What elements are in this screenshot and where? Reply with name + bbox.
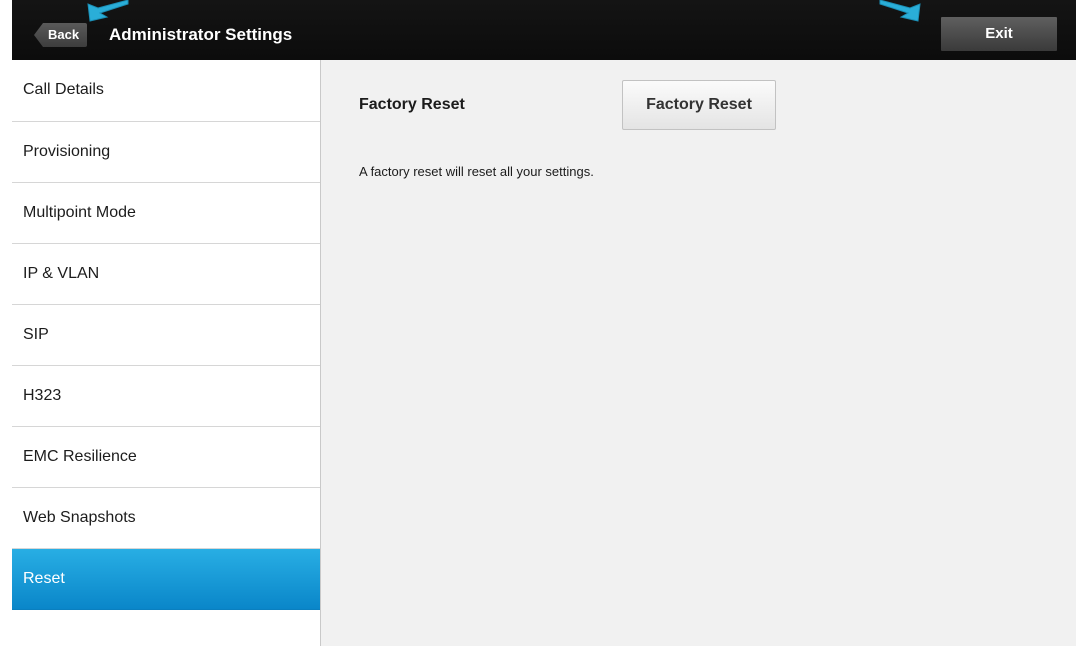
sidebar-item-emc-resilience[interactable]: EMC Resilience [12,427,320,488]
back-button[interactable]: Back [34,23,88,47]
exit-button[interactable]: Exit [941,17,1057,51]
sidebar-item-ip-vlan[interactable]: IP & VLAN [12,244,320,305]
sidebar-item-reset[interactable]: Reset [12,549,320,610]
factory-reset-description: A factory reset will reset all your sett… [359,164,594,179]
page-title: Administrator Settings [109,25,293,44]
sidebar-item-web-snapshots[interactable]: Web Snapshots [12,488,320,549]
main-panel: Factory Reset Factory Reset A factory re… [321,60,1076,646]
sidebar-item-call-details[interactable]: Call Details [12,60,320,122]
sidebar-item-h323[interactable]: H323 [12,366,320,427]
sidebar-item-multipoint-mode[interactable]: Multipoint Mode [12,183,320,244]
device-screen: Back Administrator Settings Exit Call De… [12,0,1076,646]
factory-reset-button[interactable]: Factory Reset [622,80,776,130]
sidebar-item-provisioning[interactable]: Provisioning [12,122,320,183]
exit-pointer-arrow-icon [879,0,921,22]
screen: Back Administrator Settings Exit Call De… [0,0,1076,646]
factory-reset-label: Factory Reset [359,96,465,113]
settings-sidebar: Call Details Provisioning Multipoint Mod… [12,60,321,646]
back-pointer-arrow-icon [87,0,129,22]
sidebar-item-sip[interactable]: SIP [12,305,320,366]
